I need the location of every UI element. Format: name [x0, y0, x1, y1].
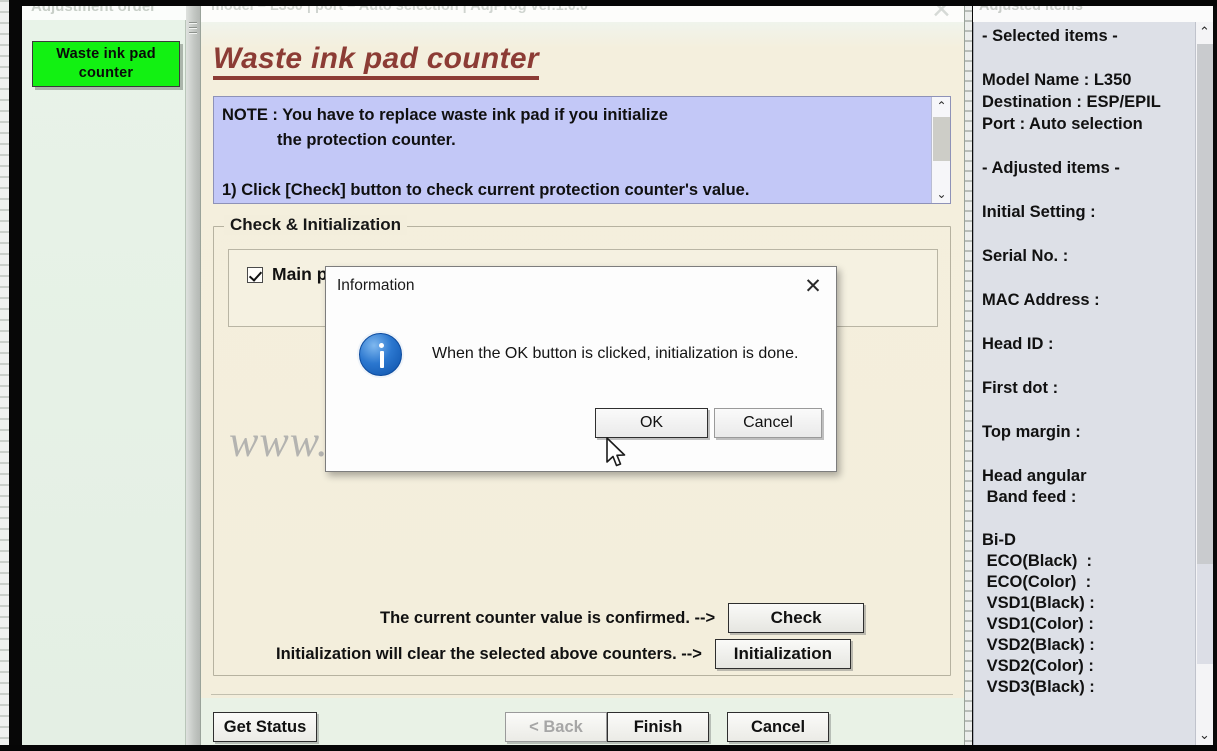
information-dialog: Information ✕ When the OK button is clic…	[325, 266, 837, 472]
adjustment-order-body: Waste ink pad counter	[22, 20, 185, 745]
adjusted-items-heading: - Adjusted items -	[982, 159, 1120, 177]
list-item: Top margin :	[982, 423, 1081, 441]
list-item: VSD2(Color) :	[982, 657, 1094, 675]
list-item: ECO(Color) :	[982, 573, 1092, 591]
page-title-text: Waste ink pad counter	[213, 42, 539, 80]
note-box: NOTE : You have to replace waste ink pad…	[213, 96, 951, 204]
scroll-thumb[interactable]	[1197, 44, 1213, 564]
adjusted-items-body: - Selected items - Model Name : L350 Des…	[973, 22, 1213, 745]
check-button[interactable]: Check	[728, 603, 865, 633]
dialog-titlebar: Information ✕	[326, 267, 836, 307]
footer-bar: Get Status < Back Finish Cancel	[201, 698, 964, 751]
scroll-up-icon[interactable]: ⌃	[1196, 22, 1213, 42]
top-frame-border	[22, 0, 1217, 6]
group-legend: Check & Initialization	[224, 215, 407, 235]
adjusted-items-panel: Adjusted items - Selected items - Model …	[965, 0, 1217, 751]
main-pad-counter-row[interactable]: Main p	[247, 264, 327, 285]
head-angular-line1: Head angular	[982, 467, 1087, 485]
note-scroll-thumb[interactable]	[933, 117, 950, 161]
list-item: First dot :	[982, 379, 1059, 397]
destination-value: Destination : ESP/EPIL	[982, 93, 1161, 111]
mouse-cursor-icon	[606, 437, 626, 467]
list-item: VSD2(Black) :	[982, 636, 1095, 654]
note-scrollbar[interactable]: ⌃ ⌄	[931, 97, 950, 203]
dialog-message: When the OK button is clicked, initializ…	[432, 345, 799, 362]
information-icon	[359, 332, 402, 376]
initialization-button[interactable]: Initialization	[714, 639, 851, 669]
page-title: Waste ink pad counter	[213, 42, 539, 80]
finish-button[interactable]: Finish	[607, 712, 709, 742]
adjustment-order-panel: Adjustment order Waste ink pad counter	[22, 0, 186, 745]
note-text: NOTE : You have to replace waste ink pad…	[222, 106, 750, 199]
dialog-cancel-button[interactable]: Cancel	[714, 408, 822, 438]
panel-splitter[interactable]	[186, 0, 200, 751]
list-item: Serial No. :	[982, 247, 1069, 265]
list-item: ECO(Black) :	[982, 552, 1093, 570]
right-edge-strip	[965, 0, 972, 751]
left-black-border	[9, 0, 22, 751]
adjusted-items-scrollbar[interactable]: ⌃ ⌄	[1195, 22, 1213, 745]
check-action-row: The current counter value is confirmed. …	[380, 603, 865, 633]
selected-items-heading: - Selected items -	[982, 27, 1118, 45]
list-item: VSD1(Color) :	[982, 615, 1094, 633]
dialog-close-icon[interactable]: ✕	[800, 273, 826, 299]
get-status-button[interactable]: Get Status	[213, 712, 317, 742]
dialog-ok-button[interactable]: OK	[595, 408, 708, 438]
cancel-button[interactable]: Cancel	[727, 712, 829, 742]
main-pad-counter-checkbox[interactable]	[247, 266, 263, 283]
list-item: Head ID :	[982, 335, 1054, 353]
note-scroll-down-icon[interactable]: ⌄	[932, 185, 951, 203]
left-edge-strip	[0, 0, 9, 751]
back-button: < Back	[505, 712, 607, 742]
head-angular-line2: Band feed :	[982, 488, 1077, 506]
bid-heading: Bi-D	[982, 531, 1016, 549]
main-pad-counter-label: Main p	[272, 264, 328, 284]
model-name-value: Model Name : L350	[982, 71, 1132, 89]
dialog-message-row: When the OK button is clicked, initializ…	[326, 323, 836, 385]
scroll-track[interactable]	[1197, 564, 1213, 664]
step-waste-ink-pad-counter[interactable]: Waste ink pad counter	[32, 41, 180, 87]
note-scroll-up-icon[interactable]: ⌃	[932, 97, 951, 115]
bottom-frame-border	[0, 745, 1217, 751]
initialization-action-row: Initialization will clear the selected a…	[276, 639, 851, 669]
dialog-title: Information	[337, 277, 415, 294]
port-value: Port : Auto selection	[982, 115, 1143, 133]
check-action-label: The current counter value is confirmed. …	[380, 608, 716, 627]
splitter-grip-icon	[189, 22, 197, 38]
initialization-action-label: Initialization will clear the selected a…	[276, 644, 702, 663]
list-item: VSD1(Black) :	[982, 594, 1095, 612]
scroll-down-icon[interactable]: ⌄	[1196, 725, 1213, 745]
list-item: VSD3(Black) :	[982, 678, 1095, 696]
list-item: Initial Setting :	[982, 203, 1096, 221]
footer-divider	[211, 694, 953, 695]
list-item: MAC Address :	[982, 291, 1100, 309]
app-root: Adjustment order Waste ink pad counter m…	[0, 0, 1217, 751]
adjusted-items-list: - Selected items - Model Name : L350 Des…	[982, 28, 1192, 700]
